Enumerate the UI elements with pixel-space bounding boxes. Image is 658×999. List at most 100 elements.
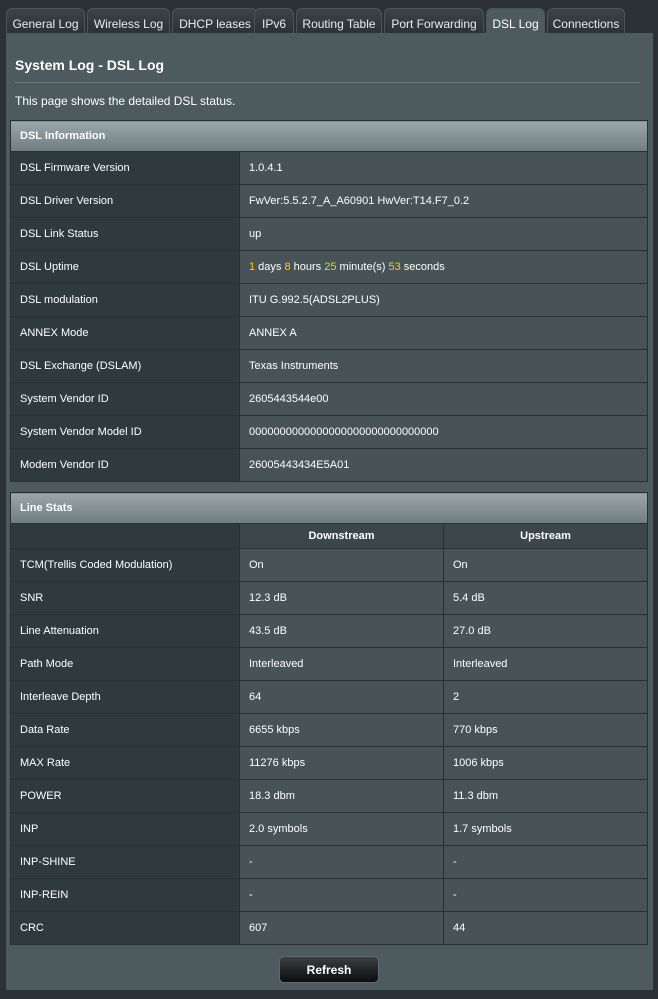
row-label: Line Attenuation (10, 614, 240, 648)
table-row: Line Attenuation 43.5 dB 27.0 dB (10, 614, 648, 648)
tab-dhcp-leases[interactable]: DHCP leases (172, 8, 258, 34)
tab-ipv6[interactable]: IPv6 (254, 8, 294, 34)
upstream-value: On (443, 548, 648, 582)
downstream-value: 6655 kbps (239, 713, 444, 747)
table-row: INP 2.0 symbols 1.7 symbols (10, 812, 648, 846)
row-label: DSL Driver Version (10, 184, 240, 218)
table-row: System Vendor Model ID 00000000000000000… (10, 415, 649, 449)
line-stats-table: Line Stats Downstream Upstream TCM(Trell… (10, 492, 648, 945)
downstream-value: 607 (239, 911, 444, 945)
page-title: System Log - DSL Log (15, 57, 165, 73)
uptime-seconds-unit: seconds (400, 261, 445, 273)
dsl-info-header: DSL Information (9, 120, 649, 152)
tab-dsl-log[interactable]: DSL Log (486, 8, 545, 34)
upstream-value: 27.0 dB (443, 614, 648, 648)
column-header-blank (10, 523, 240, 549)
row-label: INP (10, 812, 240, 846)
row-label: ANNEX Mode (10, 316, 240, 350)
page-description: This page shows the detailed DSL status. (15, 94, 236, 108)
dsl-uptime-value: 1 days 8 hours 25 minute(s) 53 seconds (238, 250, 649, 284)
uptime-minutes: 25 (324, 261, 337, 273)
row-label: Data Rate (10, 713, 240, 747)
row-label: Interleave Depth (10, 680, 240, 714)
row-label: DSL modulation (10, 283, 240, 317)
table-row: Interleave Depth 64 2 (10, 680, 648, 714)
row-label: INP-REIN (10, 878, 240, 912)
tab-connections[interactable]: Connections (547, 8, 625, 34)
table-row: POWER 18.3 dbm 11.3 dbm (10, 779, 648, 813)
row-label: INP-SHINE (10, 845, 240, 879)
table-row: DSL Driver Version FwVer:5.5.2.7_A_A6090… (10, 184, 649, 218)
title-divider (15, 82, 640, 83)
downstream-value: On (239, 548, 444, 582)
row-label: DSL Firmware Version (10, 151, 240, 185)
upstream-value: 11.3 dbm (443, 779, 648, 813)
table-row: TCM(Trellis Coded Modulation) On On (10, 548, 648, 582)
tab-port-forwarding[interactable]: Port Forwarding (384, 8, 484, 34)
upstream-value: 1.7 symbols (443, 812, 648, 846)
table-row: DSL modulation ITU G.992.5(ADSL2PLUS) (10, 283, 649, 317)
row-label: DSL Link Status (10, 217, 240, 251)
refresh-button[interactable]: Refresh (279, 956, 379, 983)
upstream-value: 44 (443, 911, 648, 945)
upstream-value: 770 kbps (443, 713, 648, 747)
row-label: DSL Uptime (10, 250, 240, 284)
downstream-value: - (239, 878, 444, 912)
column-header-upstream: Upstream (443, 523, 648, 549)
row-value: 26005443434E5A01 (238, 448, 649, 482)
downstream-value: Interleaved (239, 647, 444, 681)
downstream-value: 64 (239, 680, 444, 714)
upstream-value: - (443, 878, 648, 912)
table-row: DSL Uptime 1 days 8 hours 25 minute(s) 5… (10, 250, 649, 284)
uptime-minutes-unit: minute(s) (336, 261, 389, 273)
table-row: INP-SHINE - - (10, 845, 648, 879)
row-value: 2605443544e00 (238, 382, 649, 416)
row-label: Modem Vendor ID (10, 448, 240, 482)
table-row: Data Rate 6655 kbps 770 kbps (10, 713, 648, 747)
tab-bar: General Log Wireless Log DHCP leases IPv… (6, 8, 652, 34)
row-label: System Vendor Model ID (10, 415, 240, 449)
column-header-downstream: Downstream (239, 523, 444, 549)
upstream-value: 2 (443, 680, 648, 714)
row-label: DSL Exchange (DSLAM) (10, 349, 240, 383)
row-value: 1.0.4.1 (238, 151, 649, 185)
tab-general-log[interactable]: General Log (6, 8, 85, 34)
line-stats-header: Line Stats (10, 492, 648, 524)
uptime-days-unit: days (255, 261, 285, 273)
row-label: CRC (10, 911, 240, 945)
tab-wireless-log[interactable]: Wireless Log (87, 8, 170, 34)
downstream-value: 11276 kbps (239, 746, 444, 780)
downstream-value: 2.0 symbols (239, 812, 444, 846)
dsl-info-table: DSL Information DSL Firmware Version 1.0… (9, 120, 649, 482)
row-value: 0000000000000000000000000000000 (238, 415, 649, 449)
upstream-value: 5.4 dB (443, 581, 648, 615)
uptime-hours-unit: hours (290, 261, 325, 273)
row-value: FwVer:5.5.2.7_A_A60901 HwVer:T14.F7_0.2 (238, 184, 649, 218)
row-label: MAX Rate (10, 746, 240, 780)
row-value: ITU G.992.5(ADSL2PLUS) (238, 283, 649, 317)
table-row: INP-REIN - - (10, 878, 648, 912)
table-row: DSL Exchange (DSLAM) Texas Instruments (10, 349, 649, 383)
row-label: POWER (10, 779, 240, 813)
downstream-value: 43.5 dB (239, 614, 444, 648)
uptime-seconds: 53 (388, 261, 401, 273)
row-value: Texas Instruments (238, 349, 649, 383)
upstream-value: 1006 kbps (443, 746, 648, 780)
row-label: System Vendor ID (10, 382, 240, 416)
table-row: System Vendor ID 2605443544e00 (10, 382, 649, 416)
upstream-value: - (443, 845, 648, 879)
table-row: CRC 607 44 (10, 911, 648, 945)
row-value: ANNEX A (238, 316, 649, 350)
upstream-value: Interleaved (443, 647, 648, 681)
downstream-value: - (239, 845, 444, 879)
table-row: ANNEX Mode ANNEX A (10, 316, 649, 350)
row-value: up (238, 217, 649, 251)
tab-routing-table[interactable]: Routing Table (296, 8, 382, 34)
table-row: Modem Vendor ID 26005443434E5A01 (10, 448, 649, 482)
downstream-value: 18.3 dbm (239, 779, 444, 813)
table-row: SNR 12.3 dB 5.4 dB (10, 581, 648, 615)
table-row: DSL Link Status up (10, 217, 649, 251)
row-label: SNR (10, 581, 240, 615)
table-row: MAX Rate 11276 kbps 1006 kbps (10, 746, 648, 780)
row-label: TCM(Trellis Coded Modulation) (10, 548, 240, 582)
